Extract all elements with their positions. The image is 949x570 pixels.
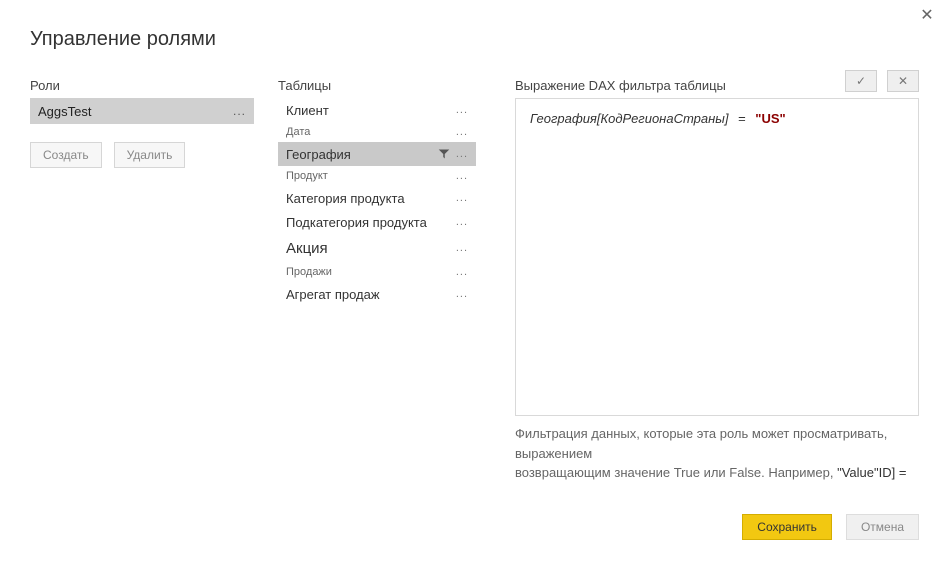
dax-section-label: Выражение DAX фильтра таблицы xyxy=(515,78,726,93)
cancel-button[interactable]: Отмена xyxy=(846,514,919,540)
table-item[interactable]: Дата ... xyxy=(278,122,476,142)
table-item-menu[interactable]: ... xyxy=(456,216,468,228)
dax-expression-line: География[КодРегионаСтраны] = "US" xyxy=(530,111,904,126)
dax-cancel-button[interactable]: ✕ xyxy=(887,70,919,92)
save-button[interactable]: Сохранить xyxy=(742,514,832,540)
dax-hint-line2-post: ID] = xyxy=(879,465,907,480)
table-item-label: Акция xyxy=(286,240,328,257)
dax-hint-line1: Фильтрация данных, которые эта роль може… xyxy=(515,426,887,461)
table-item[interactable]: Продажи ... xyxy=(278,262,476,282)
dax-confirm-button[interactable]: ✓ xyxy=(845,70,877,92)
table-item-label: Дата xyxy=(286,126,310,138)
roles-section-label: Роли xyxy=(30,78,60,93)
table-item-label: Подкатегория продукта xyxy=(286,215,427,230)
dax-value: "US" xyxy=(755,111,785,126)
delete-role-button[interactable]: Удалить xyxy=(114,142,186,168)
dialog-footer: Сохранить Отмена xyxy=(742,514,919,540)
table-item-label: Продукт xyxy=(286,170,328,182)
role-item-label: AggsTest xyxy=(38,104,91,119)
table-item-menu[interactable]: ... xyxy=(456,104,468,116)
table-item[interactable]: География ... xyxy=(278,142,476,166)
create-role-button[interactable]: Создать xyxy=(30,142,102,168)
table-item-menu[interactable]: ... xyxy=(456,288,468,300)
table-item-menu[interactable]: ... xyxy=(456,192,468,204)
table-item-menu[interactable]: ... xyxy=(456,126,468,138)
close-icon: ✕ xyxy=(920,8,933,24)
close-dialog-button[interactable]: ✕ xyxy=(917,6,937,26)
table-item-label: Продажи xyxy=(286,266,332,278)
dax-hint-line2-val: "Value" xyxy=(837,465,879,480)
table-item-label: Агрегат продаж xyxy=(286,287,380,302)
table-item[interactable]: Категория продукта ... xyxy=(278,186,476,210)
table-item-menu[interactable]: ... xyxy=(456,148,468,160)
tables-panel: Клиент ... Дата ... География ... Продук… xyxy=(278,98,476,306)
role-item-menu[interactable]: ... xyxy=(233,104,246,118)
x-icon: ✕ xyxy=(898,74,908,88)
dax-column: География[КодРегионаСтраны] xyxy=(530,111,728,126)
dialog-title: Управление ролями xyxy=(30,28,216,51)
dax-hint: Фильтрация данных, которые эта роль може… xyxy=(515,424,947,483)
dax-editor[interactable]: География[КодРегионаСтраны] = "US" xyxy=(515,98,919,416)
table-item-menu[interactable]: ... xyxy=(456,266,468,278)
check-icon: ✓ xyxy=(856,74,866,88)
tables-section-label: Таблицы xyxy=(278,78,331,93)
table-item[interactable]: Клиент ... xyxy=(278,98,476,122)
filter-icon xyxy=(438,148,450,160)
dax-hint-line2-pre: возвращающим значение True или False. На… xyxy=(515,465,833,480)
table-item-label: География xyxy=(286,147,351,162)
table-item[interactable]: Продукт ... xyxy=(278,166,476,186)
roles-panel: AggsTest ... Создать Удалить xyxy=(30,98,254,168)
dax-action-buttons: ✓ ✕ xyxy=(845,70,919,92)
table-item-label: Клиент xyxy=(286,103,329,118)
table-item[interactable]: Подкатегория продукта ... xyxy=(278,210,476,234)
table-item[interactable]: Акция ... xyxy=(278,234,476,262)
role-item[interactable]: AggsTest ... xyxy=(30,98,254,124)
table-item[interactable]: Агрегат продаж ... xyxy=(278,282,476,306)
table-item-menu[interactable]: ... xyxy=(456,170,468,182)
table-item-menu[interactable]: ... xyxy=(456,242,468,254)
table-item-label: Категория продукта xyxy=(286,191,405,206)
dax-operator: = xyxy=(738,111,746,126)
